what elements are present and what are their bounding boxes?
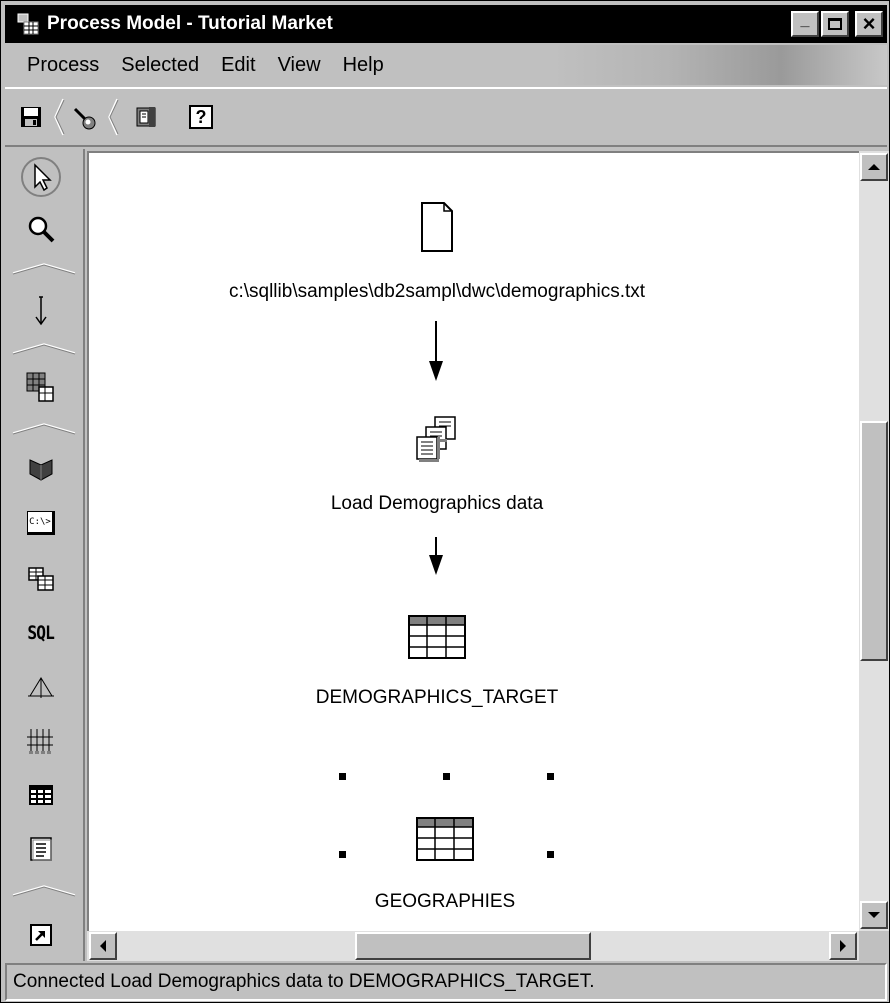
up-arrow-icon bbox=[868, 164, 880, 170]
close-button[interactable]: × bbox=[855, 11, 883, 37]
geographies-label[interactable]: GEOGRAPHIES bbox=[375, 891, 515, 913]
select-tool-button[interactable] bbox=[15, 155, 67, 199]
palette-separator bbox=[9, 341, 79, 355]
file-icon bbox=[421, 202, 453, 252]
tool-palette: C:\> SQL bbox=[5, 149, 85, 961]
book-icon bbox=[136, 107, 156, 127]
table-copy-tool-button[interactable] bbox=[15, 557, 67, 601]
shortcut-tool-button[interactable] bbox=[15, 913, 67, 957]
statistics-icon bbox=[27, 729, 53, 754]
selection-handle[interactable] bbox=[339, 773, 346, 780]
minimize-icon: _ bbox=[800, 12, 810, 29]
demographics-target-node-icon[interactable] bbox=[408, 615, 466, 664]
statistics-tool-button[interactable] bbox=[15, 719, 67, 763]
process-model-app-icon bbox=[15, 11, 41, 37]
menu-edit[interactable]: Edit bbox=[210, 54, 266, 77]
table-tool-button[interactable] bbox=[15, 773, 67, 817]
flow-arrow[interactable] bbox=[426, 321, 446, 383]
maximize-icon bbox=[828, 18, 842, 30]
menu-view[interactable]: View bbox=[267, 54, 332, 77]
table-copy-icon bbox=[28, 567, 54, 591]
selection-handle[interactable] bbox=[339, 851, 346, 858]
menu-help[interactable]: Help bbox=[332, 54, 395, 77]
load-step-label[interactable]: Load Demographics data bbox=[331, 493, 543, 515]
sql-icon: SQL bbox=[27, 622, 55, 644]
file-tool-button[interactable] bbox=[15, 827, 67, 871]
selection-handle[interactable] bbox=[547, 851, 554, 858]
scroll-right-button[interactable] bbox=[829, 932, 857, 960]
menu-bar: Process Selected Edit View Help bbox=[5, 45, 887, 85]
window-title: Process Model - Tutorial Market bbox=[47, 13, 333, 34]
vertical-scroll-thumb[interactable] bbox=[860, 421, 888, 661]
menu-selected[interactable]: Selected bbox=[110, 54, 210, 77]
status-bar: Connected Load Demographics data to DEMO… bbox=[5, 963, 887, 1001]
scroll-up-button[interactable] bbox=[860, 153, 888, 181]
close-icon: × bbox=[862, 11, 876, 36]
title-bar[interactable]: Process Model - Tutorial Market _ × bbox=[5, 5, 887, 43]
left-arrow-icon bbox=[100, 940, 106, 952]
process-canvas[interactable]: c:\sqllib\samples\db2sampl\dwc\demograph… bbox=[87, 151, 859, 931]
zoom-tool-button[interactable] bbox=[15, 207, 67, 251]
toolbar-separator bbox=[105, 95, 119, 139]
scroll-down-button[interactable] bbox=[860, 901, 888, 929]
save-button[interactable] bbox=[11, 97, 51, 137]
scrollbar-corner bbox=[859, 931, 889, 961]
transformer-icon bbox=[28, 677, 54, 698]
command-prompt-tool-button[interactable]: C:\> bbox=[15, 501, 67, 545]
command-prompt-icon: C:\> bbox=[27, 511, 55, 535]
process-model-window: Process Model - Tutorial Market _ × Proc… bbox=[0, 0, 890, 1003]
source-file-node-icon[interactable] bbox=[420, 201, 454, 258]
load-step-node-icon[interactable] bbox=[415, 415, 459, 468]
transformer-tool-button[interactable] bbox=[15, 665, 67, 709]
help-button[interactable]: ? bbox=[181, 97, 221, 137]
palette-separator bbox=[9, 421, 79, 435]
table-icon bbox=[29, 785, 53, 805]
palette-separator bbox=[9, 261, 79, 275]
geographies-node-icon[interactable] bbox=[416, 817, 474, 866]
task-flow-arrow-icon bbox=[35, 296, 47, 326]
toolbar: ? bbox=[5, 87, 887, 147]
sql-tool-button[interactable]: SQL bbox=[15, 611, 67, 655]
selection-handle[interactable] bbox=[547, 773, 554, 780]
warehouse-program-tool-button[interactable] bbox=[15, 445, 67, 489]
right-arrow-icon bbox=[840, 940, 846, 952]
task-flow-tool-button[interactable] bbox=[15, 289, 67, 333]
help-glyph: ? bbox=[195, 106, 207, 127]
menu-process[interactable]: Process bbox=[5, 54, 110, 77]
status-text: Connected Load Demographics data to DEMO… bbox=[13, 971, 595, 992]
warehouse-program-icon bbox=[29, 459, 53, 481]
link-tool-button[interactable] bbox=[65, 97, 105, 137]
command-prompt-text: C:\> bbox=[29, 517, 51, 527]
zoom-icon bbox=[28, 216, 55, 243]
data-link-tool-button[interactable] bbox=[15, 365, 67, 409]
book-button[interactable] bbox=[127, 97, 167, 137]
link-tool-icon bbox=[73, 107, 96, 130]
selection-handle[interactable] bbox=[443, 773, 450, 780]
select-arrow-icon bbox=[21, 157, 61, 197]
flow-arrow[interactable] bbox=[426, 537, 446, 577]
down-arrow-icon bbox=[868, 912, 880, 918]
demographics-target-label[interactable]: DEMOGRAPHICS_TARGET bbox=[316, 687, 558, 709]
help-icon: ? bbox=[189, 105, 213, 129]
file-icon bbox=[30, 837, 52, 861]
vertical-scrollbar[interactable] bbox=[859, 151, 889, 931]
maximize-button[interactable] bbox=[821, 11, 849, 37]
shortcut-icon bbox=[30, 924, 52, 946]
data-link-icon bbox=[26, 372, 54, 402]
source-file-label[interactable]: c:\sqllib\samples\db2sampl\dwc\demograph… bbox=[229, 281, 645, 303]
horizontal-scroll-thumb[interactable] bbox=[355, 932, 591, 960]
palette-separator bbox=[9, 883, 79, 897]
minimize-button[interactable]: _ bbox=[791, 11, 819, 37]
scroll-left-button[interactable] bbox=[89, 932, 117, 960]
table-icon bbox=[416, 817, 474, 861]
table-icon bbox=[408, 615, 466, 659]
horizontal-scrollbar[interactable] bbox=[87, 931, 859, 961]
steps-icon bbox=[416, 416, 456, 462]
save-icon bbox=[21, 107, 41, 127]
toolbar-separator bbox=[51, 95, 65, 139]
